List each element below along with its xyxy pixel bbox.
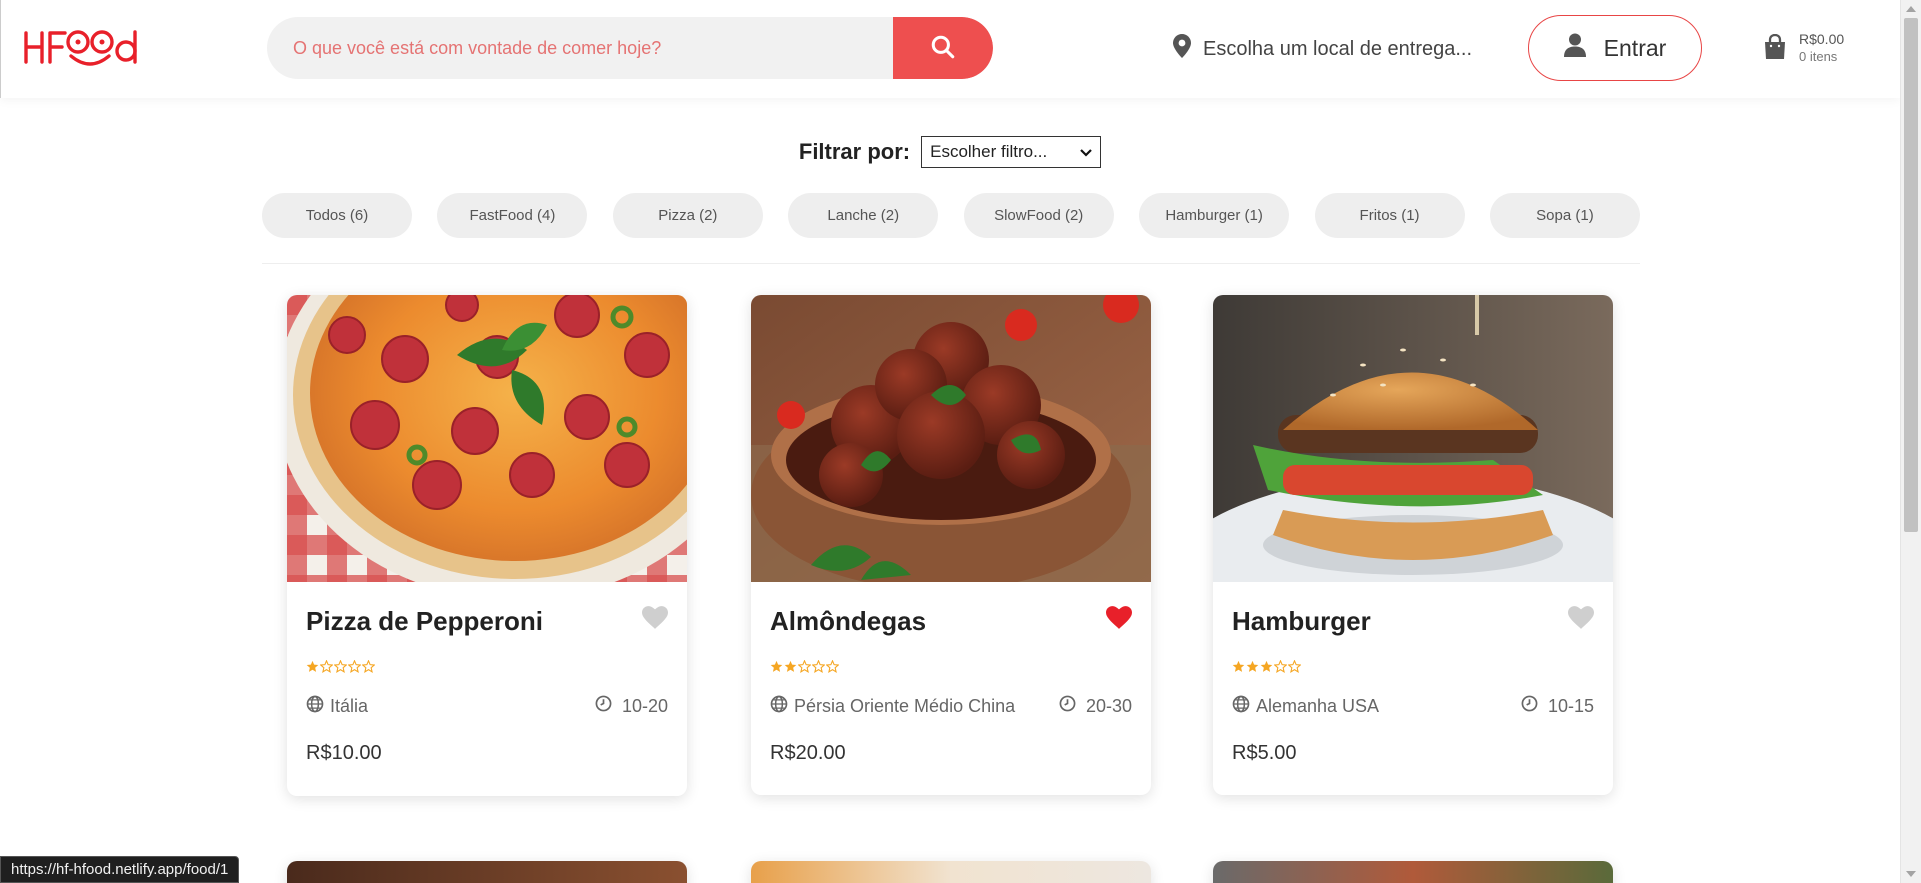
globe-icon xyxy=(306,695,324,718)
star-icon xyxy=(347,659,362,678)
star-icon xyxy=(333,659,348,678)
star-icon xyxy=(361,659,376,678)
location-text: Escolha um local de entrega... xyxy=(1203,37,1473,60)
globe-icon xyxy=(770,695,788,718)
star-icon xyxy=(1287,659,1302,678)
food-card[interactable]: Pizza de Pepperoni Itália 10-20 R$10.00 xyxy=(287,295,687,796)
login-button[interactable]: Entrar xyxy=(1528,15,1702,81)
food-image-hamburger xyxy=(1213,295,1613,582)
rating-stars xyxy=(1232,659,1302,678)
chip-hamburger[interactable]: Hamburger (1) xyxy=(1139,193,1290,238)
chip-lanche[interactable]: Lanche (2) xyxy=(788,193,939,238)
category-chips: Todos (6) FastFood (4) Pizza (2) Lanche … xyxy=(262,193,1640,238)
time-text: 10-15 xyxy=(1547,695,1594,716)
cart-summary: R$0.00 0 itens xyxy=(1799,30,1844,66)
chip-slowfood[interactable]: SlowFood (2) xyxy=(963,193,1114,238)
status-url: https://hf-hfood.netlify.app/food/1 xyxy=(0,856,240,883)
search-input[interactable] xyxy=(267,17,893,79)
scroll-down-arrow[interactable] xyxy=(1906,871,1916,877)
food-card[interactable]: Hamburger Alemanha USA 10-15 R$5.00 xyxy=(1213,295,1613,795)
star-icon xyxy=(319,659,334,678)
rating-stars xyxy=(770,659,840,678)
search-button[interactable] xyxy=(893,17,993,79)
page: Escolha um local de entrega... Entrar R$… xyxy=(0,0,1921,883)
filter-selected-value: Escolher filtro... xyxy=(930,142,1048,161)
star-icon xyxy=(306,660,319,678)
map-pin-icon xyxy=(1173,34,1191,64)
food-card[interactable]: Almôndegas Pérsia Oriente Médio China 20… xyxy=(751,295,1151,795)
star-icon xyxy=(811,659,826,678)
origin-text: Itália xyxy=(330,696,369,716)
star-icon xyxy=(825,659,840,678)
divider xyxy=(262,263,1640,264)
delivery-location[interactable]: Escolha um local de entrega... xyxy=(1173,34,1472,64)
cart[interactable]: R$0.00 0 itens xyxy=(1763,30,1844,66)
chip-pizza[interactable]: Pizza (2) xyxy=(612,193,763,238)
food-card-partial[interactable] xyxy=(751,861,1151,883)
scroll-up-arrow[interactable] xyxy=(1906,6,1916,12)
star-icon xyxy=(797,659,812,678)
origin-text: Pérsia Oriente Médio China xyxy=(794,696,1016,716)
food-name: Almôndegas xyxy=(770,606,927,636)
time-text: 10-20 xyxy=(621,695,668,716)
filter-row: Filtrar por: Escolher filtro... xyxy=(0,135,1900,169)
clock-icon xyxy=(1521,695,1538,717)
login-label: Entrar xyxy=(1603,34,1667,61)
search-icon xyxy=(930,34,956,63)
clock-icon xyxy=(1059,695,1076,717)
heart-icon[interactable] xyxy=(1106,606,1132,635)
chip-sopa[interactable]: Sopa (1) xyxy=(1489,193,1640,238)
food-image-pizza xyxy=(287,295,687,582)
food-price: R$20.00 xyxy=(770,742,846,764)
food-origin: Pérsia Oriente Médio China xyxy=(770,695,1015,718)
filter-label: Filtrar por: xyxy=(798,139,911,164)
heart-icon[interactable] xyxy=(1568,606,1594,635)
globe-icon xyxy=(1232,695,1250,718)
star-icon xyxy=(1232,660,1245,678)
star-icon xyxy=(1246,660,1259,678)
user-icon xyxy=(1563,33,1586,63)
cook-time: 10-20 xyxy=(595,695,668,717)
chip-fastfood[interactable]: FastFood (4) xyxy=(437,193,588,238)
food-name: Pizza de Pepperoni xyxy=(306,606,543,636)
cart-total: R$0.00 xyxy=(1799,31,1845,47)
rating-stars xyxy=(306,659,376,678)
origin-text: Alemanha USA xyxy=(1256,696,1380,716)
food-price: R$10.00 xyxy=(306,742,382,764)
star-icon xyxy=(784,660,797,678)
food-image-meatballs xyxy=(751,295,1151,582)
heart-icon[interactable] xyxy=(642,606,668,635)
logo[interactable] xyxy=(23,24,148,74)
star-icon xyxy=(770,660,783,678)
cook-time: 20-30 xyxy=(1059,695,1132,717)
header: Escolha um local de entrega... Entrar R$… xyxy=(0,0,1900,98)
food-origin: Alemanha USA xyxy=(1232,695,1379,718)
chip-fritos[interactable]: Fritos (1) xyxy=(1314,193,1465,238)
food-origin: Itália xyxy=(306,695,368,718)
clock-icon xyxy=(595,695,612,717)
scrollbar[interactable] xyxy=(1900,0,1921,883)
cart-items-count: 0 itens xyxy=(1799,49,1838,64)
food-card-partial[interactable] xyxy=(1213,861,1613,883)
scroll-thumb[interactable] xyxy=(1904,18,1918,532)
shopping-bag-icon xyxy=(1763,33,1787,65)
food-name: Hamburger xyxy=(1232,606,1371,636)
chevron-down-icon xyxy=(1080,142,1092,162)
food-card-partial[interactable] xyxy=(287,861,687,883)
chip-todos[interactable]: Todos (6) xyxy=(262,193,412,238)
filter-select[interactable]: Escolher filtro... xyxy=(921,136,1102,168)
search-bar xyxy=(267,17,993,79)
star-icon xyxy=(1260,660,1273,678)
star-icon xyxy=(1273,659,1288,678)
time-text: 20-30 xyxy=(1085,695,1132,716)
cook-time: 10-15 xyxy=(1521,695,1594,717)
food-price: R$5.00 xyxy=(1232,742,1297,764)
